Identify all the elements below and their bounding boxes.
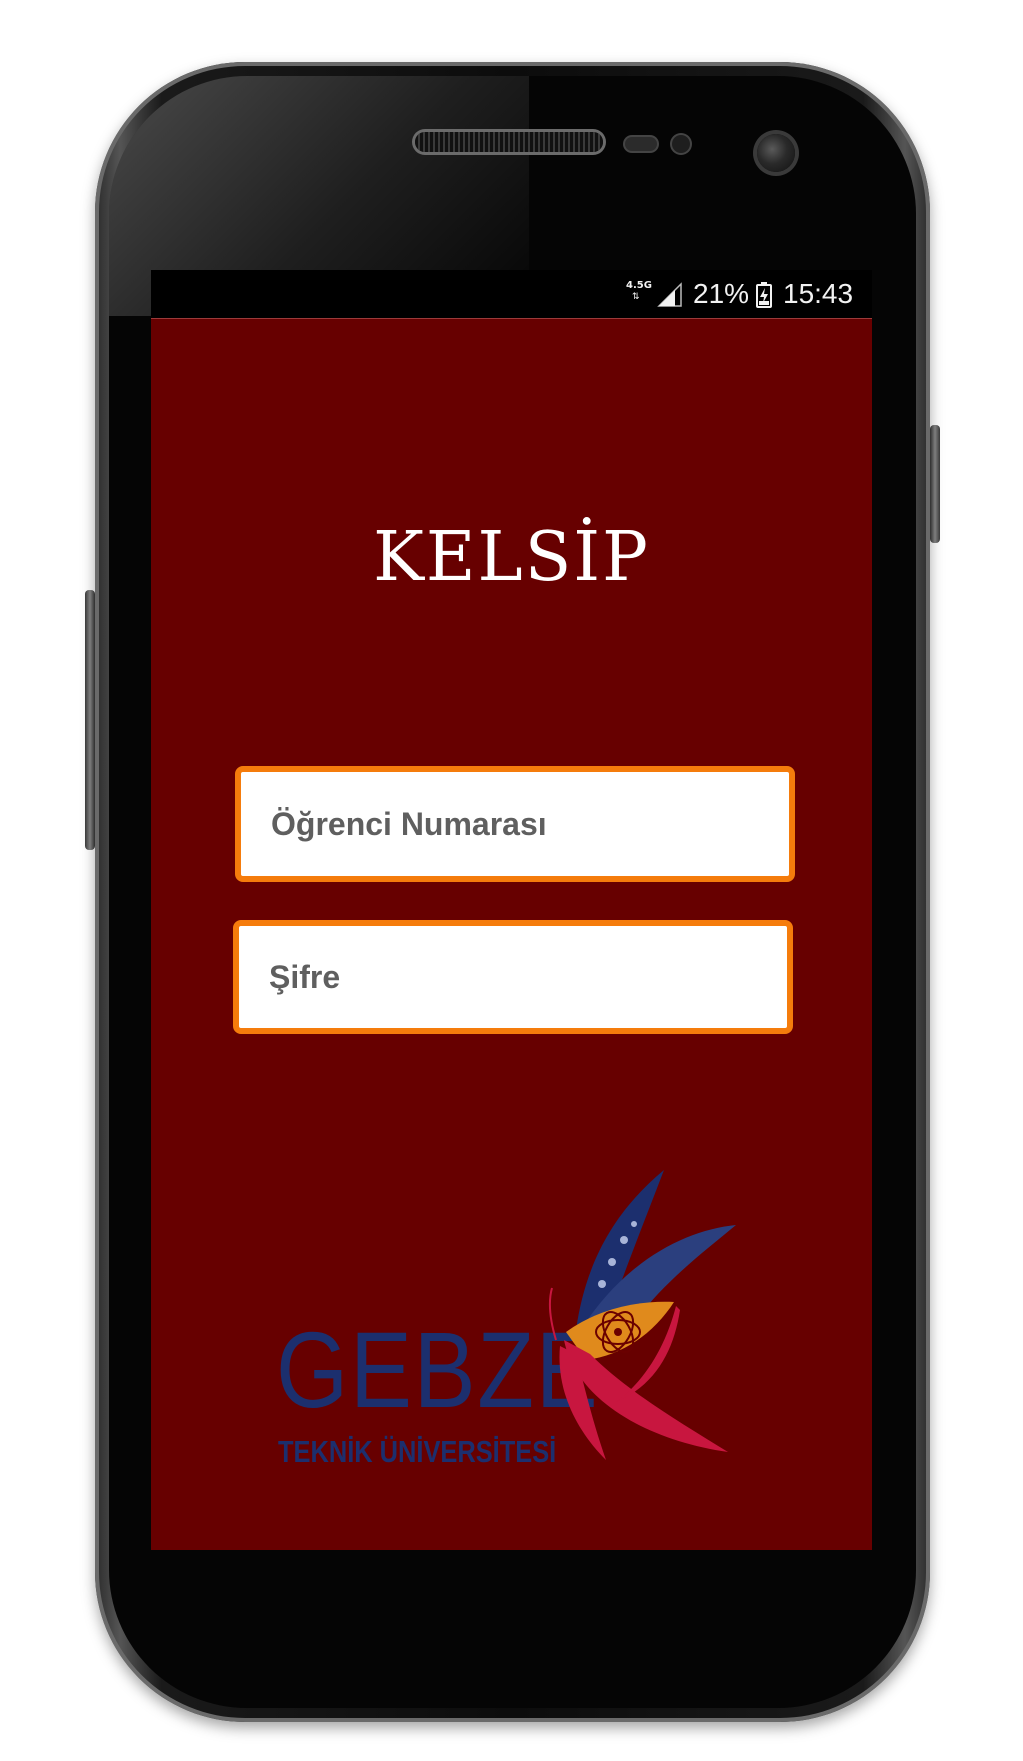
- battery-percent: 21%: [693, 278, 750, 309]
- proximity-sensor: [625, 137, 657, 151]
- student-number-field[interactable]: [235, 766, 795, 882]
- front-camera: [757, 134, 795, 172]
- password-input[interactable]: [239, 926, 787, 1028]
- app-title: KELSİP: [373, 518, 650, 597]
- password-field[interactable]: [233, 920, 793, 1034]
- signal-icon: [657, 282, 682, 307]
- butterfly-emblem-icon: [548, 1170, 736, 1460]
- battery-charging-icon: [756, 282, 772, 308]
- app-screen: 4.5G ⇅ 21% 15:43 KELSİP GEBZE TEKNİK ÜNİ…: [151, 270, 872, 1550]
- power-button[interactable]: [930, 425, 940, 543]
- logo-subtitle: TEKNİK ÜNİVERSİTESİ: [278, 1434, 557, 1469]
- earpiece-speaker: [415, 132, 603, 152]
- network-type: 4.5G: [626, 280, 652, 291]
- university-logo: GEBZE TEKNİK ÜNİVERSİTESİ: [276, 1170, 776, 1500]
- student-number-input[interactable]: [241, 772, 789, 876]
- light-sensor: [672, 135, 690, 153]
- clock: 15:43: [783, 278, 854, 309]
- status-bar: 4.5G ⇅ 21% 15:43: [151, 270, 872, 319]
- data-arrows-icon: ⇅: [632, 292, 640, 302]
- volume-button[interactable]: [85, 590, 95, 850]
